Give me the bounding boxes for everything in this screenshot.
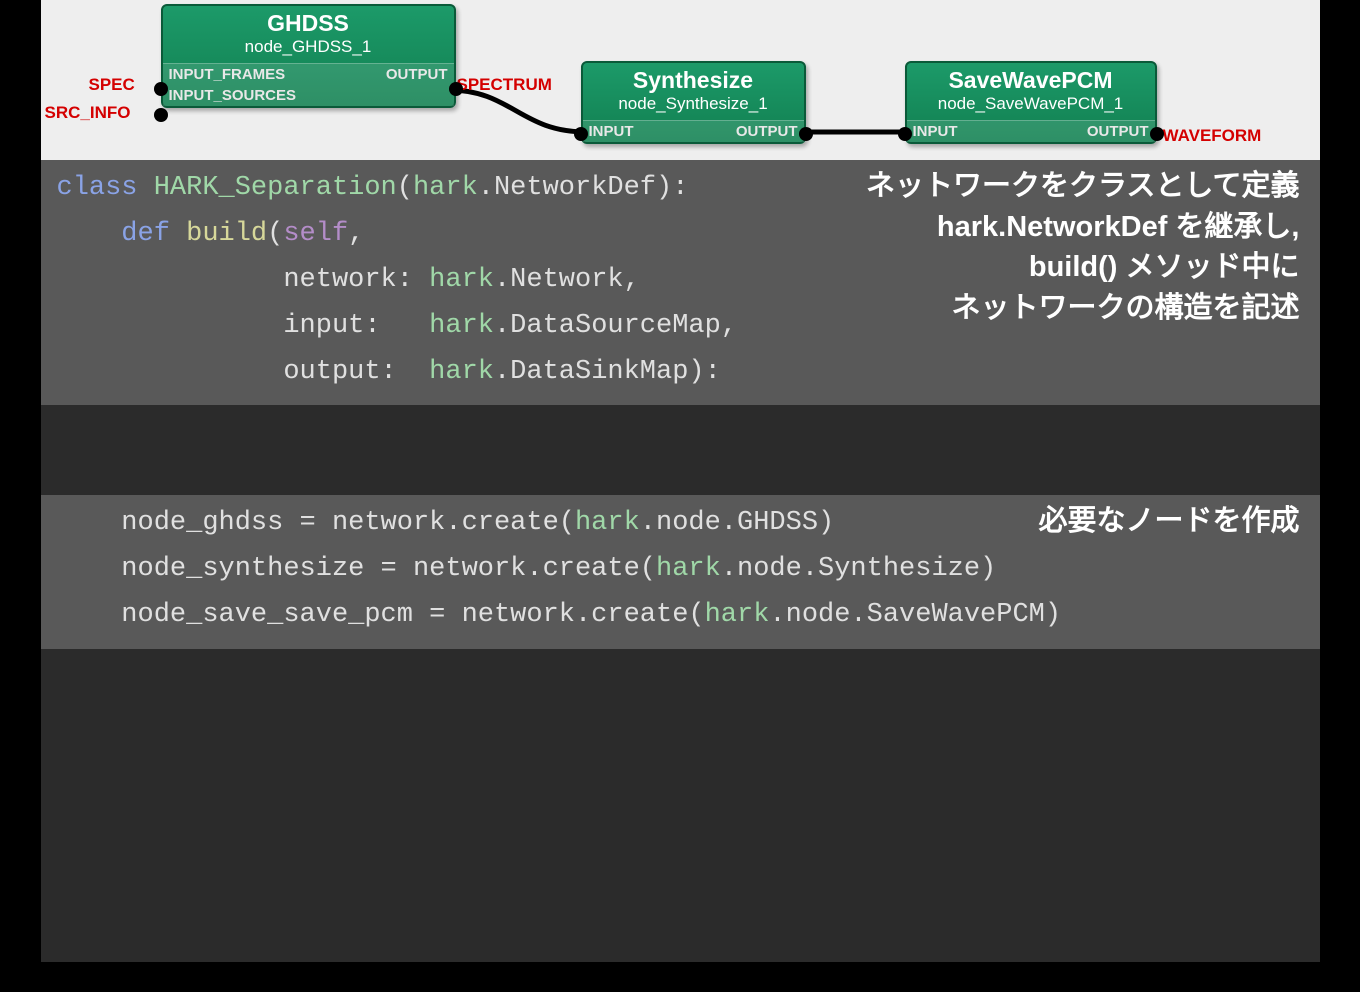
ext-label-spec: SPEC [89,75,135,95]
node-ghdss[interactable]: GHDSS node_GHDSS_1 INPUT_FRAMES OUTPUT IN… [161,4,456,108]
port-in: INPUT [589,123,634,140]
code-line: node_synthesize = network.create(hark.no… [57,547,1304,593]
node-title: Synthesize [583,63,804,94]
code-line: node_save_save_pcm = network.create(hark… [57,593,1304,639]
node-synthesize[interactable]: Synthesize node_Synthesize_1 INPUT OUTPUT [581,61,806,144]
port-dot[interactable] [1150,127,1164,141]
port-dot[interactable] [799,127,813,141]
port-dot[interactable] [898,127,912,141]
node-title: SaveWavePCM [907,63,1155,94]
node-sub: node_GHDSS_1 [163,37,454,63]
code-block-1: ネットワークをクラスとして定義 hark.NetworkDef を継承し, bu… [41,160,1320,405]
port-dot[interactable] [574,127,588,141]
node-sub: node_SaveWavePCM_1 [907,94,1155,120]
port-in: INPUT_FRAMES [169,66,286,83]
node-title: GHDSS [163,6,454,37]
annotation-create-nodes: 必要なノードを作成 [1038,501,1299,542]
ext-label-spectrum: SPECTRUM [457,75,552,95]
port-out: OUTPUT [386,66,448,83]
ext-label-waveform: WAVEFORM [1163,126,1262,146]
code-line: output: hark.DataSinkMap): [57,350,1304,396]
spacer [41,405,1320,495]
port-out: OUTPUT [1087,123,1149,140]
code-block-2: 必要なノードを作成 node_ghdss = network.create(ha… [41,495,1320,649]
network-diagram: SPEC SRC_INFO SPECTRUM WAVEFORM GHDSS no… [41,0,1320,160]
port-in: INPUT [913,123,958,140]
port-dot[interactable] [154,82,168,96]
node-savewavepcm[interactable]: SaveWavePCM node_SaveWavePCM_1 INPUT OUTP… [905,61,1157,144]
port-dot[interactable] [449,82,463,96]
port-in2: INPUT_SOURCES [169,87,297,104]
annotation-class-def: ネットワークをクラスとして定義 hark.NetworkDef を継承し, bu… [866,166,1300,328]
port-dot[interactable] [154,108,168,122]
port-out: OUTPUT [736,123,798,140]
ext-label-src-info: SRC_INFO [45,103,131,123]
node-sub: node_Synthesize_1 [583,94,804,120]
slide: SPEC SRC_INFO SPECTRUM WAVEFORM GHDSS no… [41,0,1320,962]
